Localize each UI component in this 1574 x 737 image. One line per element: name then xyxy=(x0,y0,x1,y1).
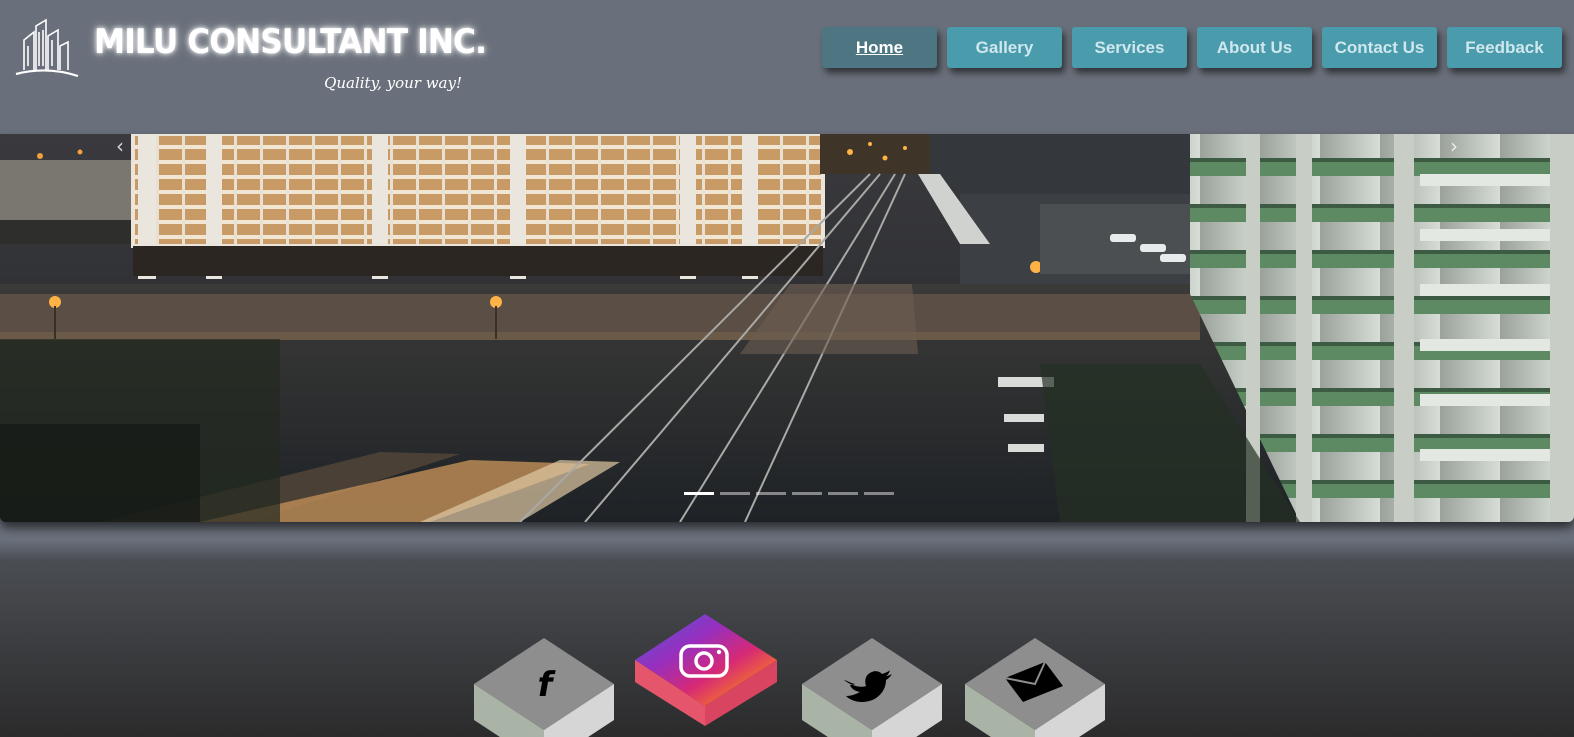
nav-contact-button[interactable]: Contact Us xyxy=(1322,27,1437,68)
slide-indicator[interactable] xyxy=(864,492,894,495)
twitter-link[interactable] xyxy=(800,636,944,737)
slide-indicator[interactable] xyxy=(756,492,786,495)
nav-about-button[interactable]: About Us xyxy=(1197,27,1312,68)
nav-home-button[interactable]: Home xyxy=(822,27,937,68)
chevron-left-icon[interactable]: ‹ xyxy=(106,134,134,158)
chevron-right-icon[interactable]: › xyxy=(1440,134,1468,158)
brand-name: MILU CONSULTANT INC. xyxy=(94,22,487,62)
social-links: f xyxy=(0,600,1574,737)
city-buildings-icon xyxy=(15,18,79,78)
facebook-link[interactable]: f xyxy=(472,636,616,737)
brand-logo[interactable]: MILU CONSULTANT INC. Quality, your way! xyxy=(14,14,487,94)
main-nav: Home Gallery Services About Us Contact U… xyxy=(822,27,1562,68)
nav-services-button[interactable]: Services xyxy=(1072,27,1187,68)
slide-indicators xyxy=(684,492,894,495)
email-link[interactable] xyxy=(963,636,1107,737)
slide-indicator[interactable] xyxy=(684,492,714,495)
nav-feedback-button[interactable]: Feedback xyxy=(1447,27,1562,68)
slide-indicator[interactable] xyxy=(720,492,750,495)
instagram-link[interactable] xyxy=(635,614,779,737)
site-header: MILU CONSULTANT INC. Quality, your way! … xyxy=(0,0,1574,134)
slide-image xyxy=(0,134,1574,522)
hero-slider: ‹ › xyxy=(0,134,1574,522)
brand-tagline: Quality, your way! xyxy=(324,74,462,92)
slide-indicator[interactable] xyxy=(828,492,858,495)
slide-indicator[interactable] xyxy=(792,492,822,495)
nav-gallery-button[interactable]: Gallery xyxy=(947,27,1062,68)
